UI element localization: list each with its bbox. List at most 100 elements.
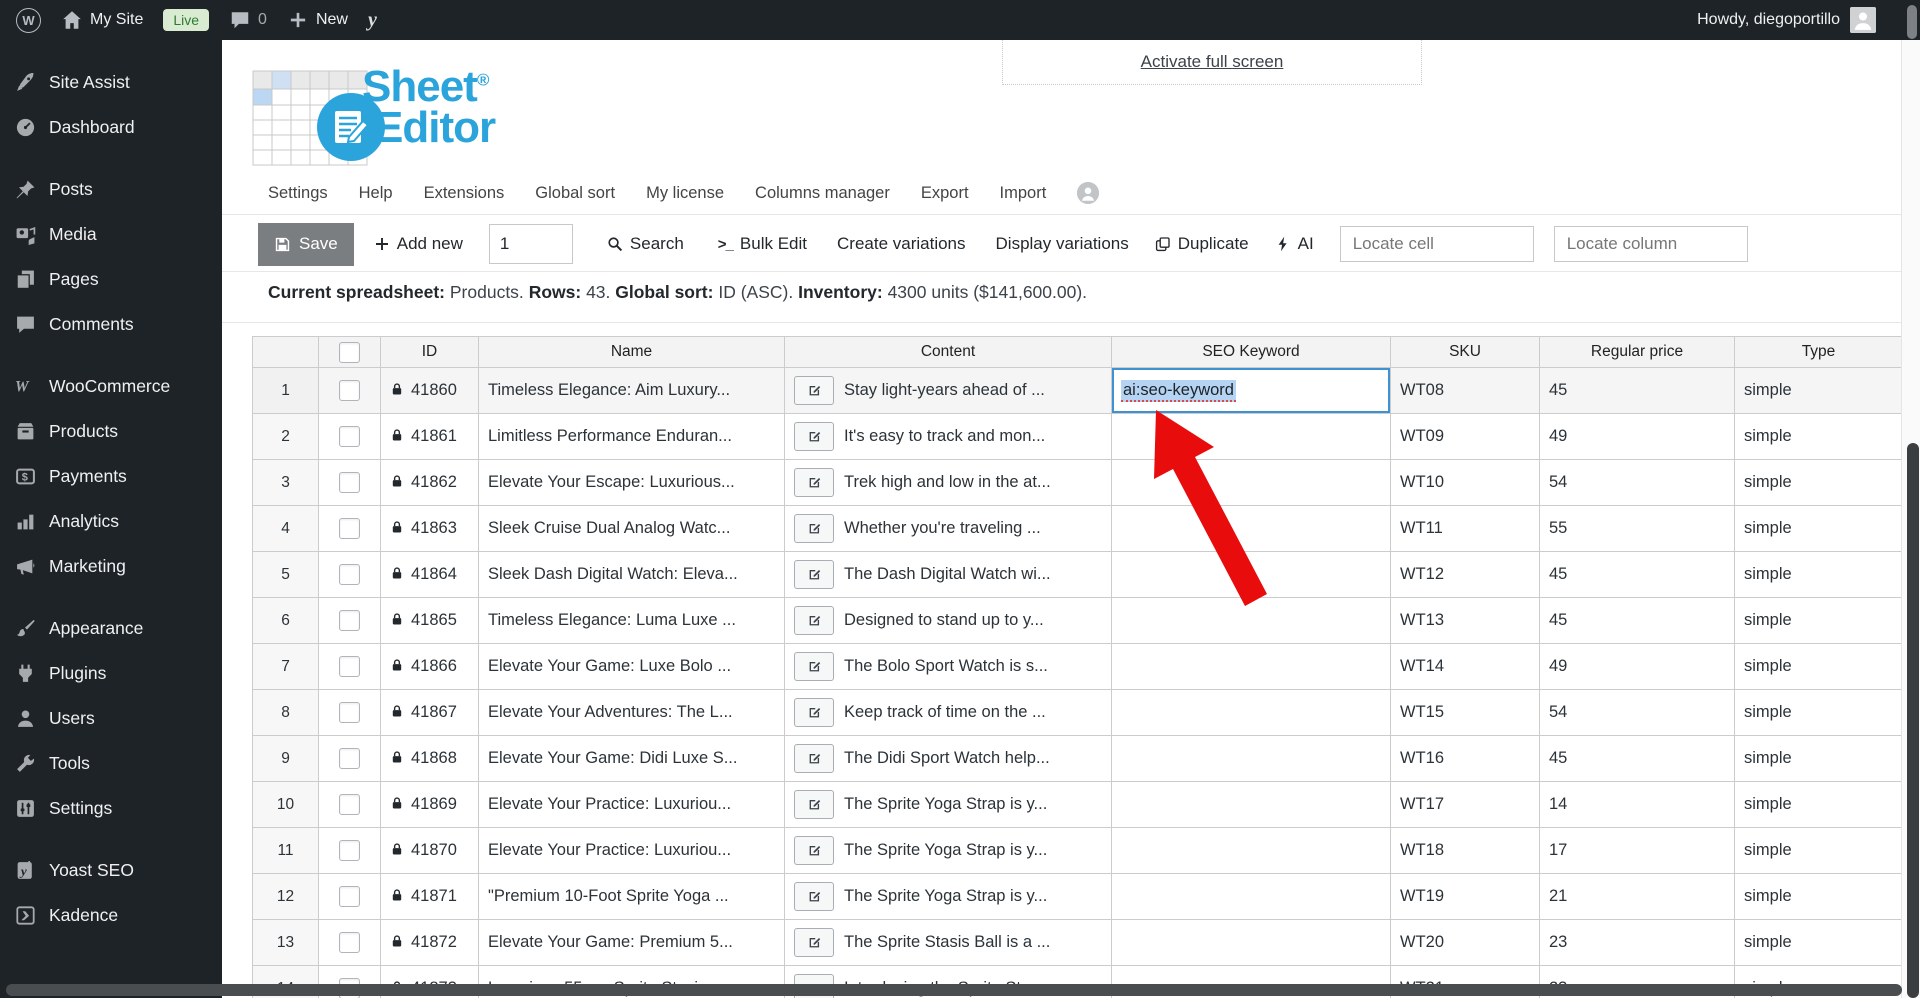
name-cell[interactable]: Elevate Your Game: Premium 5... — [478, 919, 785, 966]
type-cell[interactable]: simple — [1734, 735, 1903, 782]
row-checkbox[interactable] — [339, 702, 360, 723]
type-cell[interactable]: simple — [1734, 781, 1903, 828]
id-cell[interactable]: 41871 — [380, 873, 479, 920]
price-cell[interactable]: 49 — [1539, 413, 1735, 460]
id-cell[interactable]: 41868 — [380, 735, 479, 782]
edit-content-button[interactable] — [794, 468, 834, 497]
name-cell[interactable]: Limitless Performance Enduran... — [478, 413, 785, 460]
user-avatar[interactable] — [1850, 7, 1876, 33]
sidebar-item-yoast-seo[interactable]: y Yoast SEO — [0, 848, 222, 893]
type-cell[interactable]: simple — [1734, 413, 1903, 460]
column-header-sku[interactable]: SKU — [1390, 336, 1540, 368]
sku-cell[interactable]: WT08 — [1390, 367, 1540, 414]
sku-cell[interactable]: WT16 — [1390, 735, 1540, 782]
sku-cell[interactable]: WT18 — [1390, 827, 1540, 874]
sidebar-item-woocommerce[interactable]: W WooCommerce — [0, 364, 222, 409]
seo-keyword-cell[interactable] — [1111, 873, 1391, 920]
name-cell[interactable]: Elevate Your Game: Luxe Bolo ... — [478, 643, 785, 690]
menu-columns-manager[interactable]: Columns manager — [755, 184, 890, 203]
id-cell[interactable]: 41872 — [380, 919, 479, 966]
sidebar-item-dashboard[interactable]: Dashboard — [0, 105, 222, 150]
seo-keyword-cell-active[interactable]: ai:seo-keyword — [1111, 367, 1391, 414]
name-cell[interactable]: Elevate Your Escape: Luxurious... — [478, 459, 785, 506]
create-variations-button[interactable]: Create variations — [837, 234, 966, 254]
edit-content-button[interactable] — [794, 514, 834, 543]
row-number[interactable]: 4 — [252, 505, 319, 552]
sku-cell[interactable]: WT11 — [1390, 505, 1540, 552]
row-checkbox[interactable] — [339, 610, 360, 631]
edit-content-button[interactable] — [794, 882, 834, 911]
price-cell[interactable]: 21 — [1539, 873, 1735, 920]
row-checkbox[interactable] — [339, 932, 360, 953]
id-cell[interactable]: 41865 — [380, 597, 479, 644]
edit-content-button[interactable] — [794, 376, 834, 405]
sidebar-item-kadence[interactable]: Kadence — [0, 893, 222, 938]
content-cell[interactable]: The Sprite Yoga Strap is y... — [784, 873, 1112, 920]
price-cell[interactable]: 17 — [1539, 827, 1735, 874]
name-cell[interactable]: Elevate Your Practice: Luxuriou... — [478, 827, 785, 874]
row-checkbox[interactable] — [339, 748, 360, 769]
column-header-content[interactable]: Content — [784, 336, 1112, 368]
type-cell[interactable]: simple — [1734, 367, 1903, 414]
type-cell[interactable]: simple — [1734, 919, 1903, 966]
column-header-type[interactable]: Type — [1734, 336, 1903, 368]
column-header-regular-price[interactable]: Regular price — [1539, 336, 1735, 368]
row-number[interactable]: 13 — [252, 919, 319, 966]
price-cell[interactable]: 54 — [1539, 689, 1735, 736]
price-cell[interactable]: 55 — [1539, 505, 1735, 552]
content-cell[interactable]: The Bolo Sport Watch is s... — [784, 643, 1112, 690]
price-cell[interactable]: 49 — [1539, 643, 1735, 690]
sidebar-item-appearance[interactable]: Appearance — [0, 606, 222, 651]
select-all-checkbox[interactable] — [339, 341, 360, 363]
sku-cell[interactable]: WT09 — [1390, 413, 1540, 460]
sidebar-item-media[interactable]: Media — [0, 212, 222, 257]
seo-keyword-cell[interactable] — [1111, 505, 1391, 552]
yoast-adminbar-menu[interactable]: y — [368, 9, 377, 32]
display-variations-button[interactable]: Display variations — [996, 234, 1129, 254]
id-cell[interactable]: 41864 — [380, 551, 479, 598]
menu-help[interactable]: Help — [359, 184, 393, 203]
row-checkbox[interactable] — [339, 564, 360, 585]
id-cell[interactable]: 41863 — [380, 505, 479, 552]
id-cell[interactable]: 41860 — [380, 367, 479, 414]
bulk-edit-button[interactable]: >_ Bulk Edit — [718, 234, 807, 254]
grid-vertical-scrollbar-thumb[interactable] — [1907, 443, 1919, 998]
row-checkbox[interactable] — [339, 840, 360, 861]
seo-keyword-cell[interactable] — [1111, 551, 1391, 598]
type-cell[interactable]: simple — [1734, 827, 1903, 874]
content-cell[interactable]: The Dash Digital Watch wi... — [784, 551, 1112, 598]
seo-keyword-cell[interactable] — [1111, 689, 1391, 736]
row-number[interactable]: 8 — [252, 689, 319, 736]
locate-cell-input[interactable] — [1339, 226, 1534, 262]
menu-export[interactable]: Export — [921, 184, 969, 203]
sku-cell[interactable]: WT17 — [1390, 781, 1540, 828]
id-cell[interactable]: 41867 — [380, 689, 479, 736]
row-checkbox[interactable] — [339, 380, 360, 401]
row-number[interactable]: 5 — [252, 551, 319, 598]
menu-my-license[interactable]: My license — [646, 184, 724, 203]
name-cell[interactable]: Elevate Your Game: Didi Luxe S... — [478, 735, 785, 782]
sku-cell[interactable]: WT15 — [1390, 689, 1540, 736]
price-cell[interactable]: 45 — [1539, 551, 1735, 598]
type-cell[interactable]: simple — [1734, 505, 1903, 552]
row-number[interactable]: 6 — [252, 597, 319, 644]
ai-button[interactable]: AI — [1275, 234, 1314, 254]
seo-keyword-cell[interactable] — [1111, 643, 1391, 690]
content-cell[interactable]: The Sprite Yoga Strap is y... — [784, 781, 1112, 828]
id-cell[interactable]: 41861 — [380, 413, 479, 460]
name-cell[interactable]: Elevate Your Practice: Luxuriou... — [478, 781, 785, 828]
menu-settings[interactable]: Settings — [268, 184, 328, 203]
horizontal-scrollbar-thumb[interactable] — [6, 984, 1902, 996]
add-count-input[interactable] — [488, 224, 573, 264]
name-cell[interactable]: "Premium 10-Foot Sprite Yoga ... — [478, 873, 785, 920]
sidebar-item-analytics[interactable]: Analytics — [0, 499, 222, 544]
site-link[interactable]: My Site — [61, 9, 143, 31]
edit-content-button[interactable] — [794, 698, 834, 727]
activate-fullscreen-link[interactable]: Activate full screen — [1141, 52, 1284, 72]
content-cell[interactable]: It's easy to track and mon... — [784, 413, 1112, 460]
type-cell[interactable]: simple — [1734, 873, 1903, 920]
row-checkbox[interactable] — [339, 656, 360, 677]
edit-content-button[interactable] — [794, 790, 834, 819]
row-number[interactable]: 3 — [252, 459, 319, 506]
row-number[interactable]: 9 — [252, 735, 319, 782]
